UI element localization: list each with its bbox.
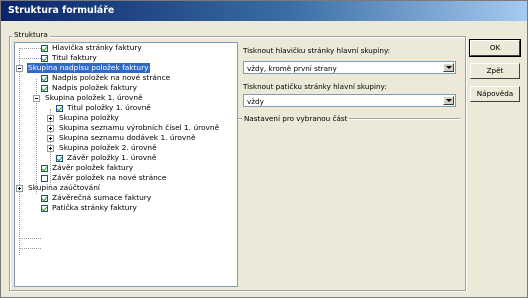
tree-node-label: Nadpis položek faktury	[52, 83, 137, 92]
tree-node-label: Patička stránky faktury	[52, 203, 137, 212]
tree-node[interactable]: Patička stránky faktury	[41, 203, 138, 213]
tree-line	[19, 248, 41, 249]
settings-groupbox	[238, 118, 460, 287]
checkbox-icon[interactable]	[41, 54, 48, 62]
checkbox-icon[interactable]	[41, 74, 48, 82]
tree-node-label: Skupina položky	[59, 113, 119, 122]
window-title: Struktura formuláře	[8, 5, 115, 16]
ok-button[interactable]: OK	[469, 39, 521, 57]
back-button[interactable]: Zpět	[470, 63, 520, 79]
footer-print-value: vždy	[247, 97, 264, 106]
tree-node-label: Závěr položek faktury	[52, 163, 134, 172]
checkbox-icon[interactable]	[41, 204, 48, 212]
tree-node[interactable]: Skupina seznamu dodávek 1. úrovně	[47, 133, 197, 143]
footer-print-label: Tisknout patičku stránky hlavní skupiny:	[243, 82, 387, 91]
tree-node-label: Skupina zaúčtování	[28, 183, 100, 192]
expand-icon[interactable]	[47, 124, 54, 132]
tree-node[interactable]: Závěr položek faktury	[41, 163, 134, 173]
checkbox-icon[interactable]	[41, 84, 48, 92]
tree-line	[19, 48, 41, 49]
tree-node[interactable]: Skupina seznamu výrobních čísel 1. úrovn…	[47, 123, 220, 133]
tree-node-label: Závěr položek na nové stránce	[52, 173, 167, 182]
settings-legend: Nastavení pro vybranou část	[242, 114, 350, 123]
tree-node[interactable]: Skupina položky	[47, 113, 120, 123]
help-button[interactable]: Nápověda	[470, 86, 520, 102]
expand-icon[interactable]	[47, 144, 54, 152]
tree-node-label: Skupina položek 1. úrovně	[45, 93, 143, 102]
tree-node[interactable]: Závěrečná sumace faktury	[41, 193, 152, 203]
tree-line	[19, 48, 20, 255]
header-print-select[interactable]: vždy, kromě první strany	[243, 61, 456, 74]
tree-node[interactable]: Titul položky 1. úrovně	[56, 103, 152, 113]
collapse-icon[interactable]	[33, 94, 40, 102]
header-print-label: Tisknout hlavičku stránky hlavní skupiny…	[243, 46, 391, 55]
structure-tree[interactable]: Hlavička stránky faktury Titul faktury S…	[14, 42, 238, 287]
footer-print-select[interactable]: vždy	[243, 94, 456, 107]
tree-node-label: Nadpis položek na nové stránce	[52, 73, 171, 82]
tree-node[interactable]: Hlavička stránky faktury	[41, 43, 143, 53]
collapse-icon[interactable]	[16, 64, 23, 72]
tree-node[interactable]: Nadpis položek na nové stránce	[41, 73, 171, 83]
tree-node[interactable]: Skupina položek 1. úrovně	[33, 93, 144, 103]
expand-icon[interactable]	[16, 184, 23, 192]
tree-node[interactable]: Skupina položek 2. úrovně	[47, 143, 158, 153]
tree-node-label: Skupina seznamu dodávek 1. úrovně	[59, 133, 196, 142]
tree-node[interactable]: Nadpis položek faktury	[41, 83, 138, 93]
tree-node[interactable]: Skupina zaúčtování	[16, 183, 101, 193]
title-bar[interactable]: Struktura formuláře	[1, 1, 527, 21]
checkbox-icon[interactable]	[41, 164, 48, 172]
tree-node-label: Titul faktury	[52, 53, 97, 62]
structure-legend: Struktura	[12, 30, 50, 39]
tree-node[interactable]: Skupina nadpisu položek faktury	[16, 63, 150, 73]
dropdown-arrow-icon[interactable]	[443, 63, 454, 72]
expand-icon[interactable]	[47, 114, 54, 122]
checkbox-icon[interactable]	[41, 174, 48, 182]
tree-node[interactable]: Titul faktury	[41, 53, 98, 63]
tree-node-label: Závěr položky 1. úrovně	[67, 153, 157, 162]
tree-line	[19, 238, 41, 239]
tree-node-label: Hlavička stránky faktury	[52, 43, 142, 52]
tree-node-label: Titul položky 1. úrovně	[67, 103, 151, 112]
checkbox-icon[interactable]	[41, 194, 48, 202]
checkbox-icon[interactable]	[56, 154, 63, 162]
dropdown-arrow-icon[interactable]	[443, 96, 454, 105]
tree-node-label: Závěrečná sumace faktury	[52, 193, 152, 202]
tree-node-label-selected: Skupina nadpisu položek faktury	[27, 63, 150, 73]
tree-node[interactable]: Závěr položek na nové stránce	[41, 173, 167, 183]
tree-node[interactable]: Závěr položky 1. úrovně	[56, 153, 157, 163]
tree-node-label: Skupina seznamu výrobních čísel 1. úrovn…	[59, 123, 220, 132]
checkbox-icon[interactable]	[41, 44, 48, 52]
tree-line	[19, 58, 41, 59]
header-print-value: vždy, kromě první strany	[247, 64, 337, 73]
expand-icon[interactable]	[47, 134, 54, 142]
checkbox-icon[interactable]	[56, 104, 63, 112]
tree-node-label: Skupina položek 2. úrovně	[59, 143, 157, 152]
